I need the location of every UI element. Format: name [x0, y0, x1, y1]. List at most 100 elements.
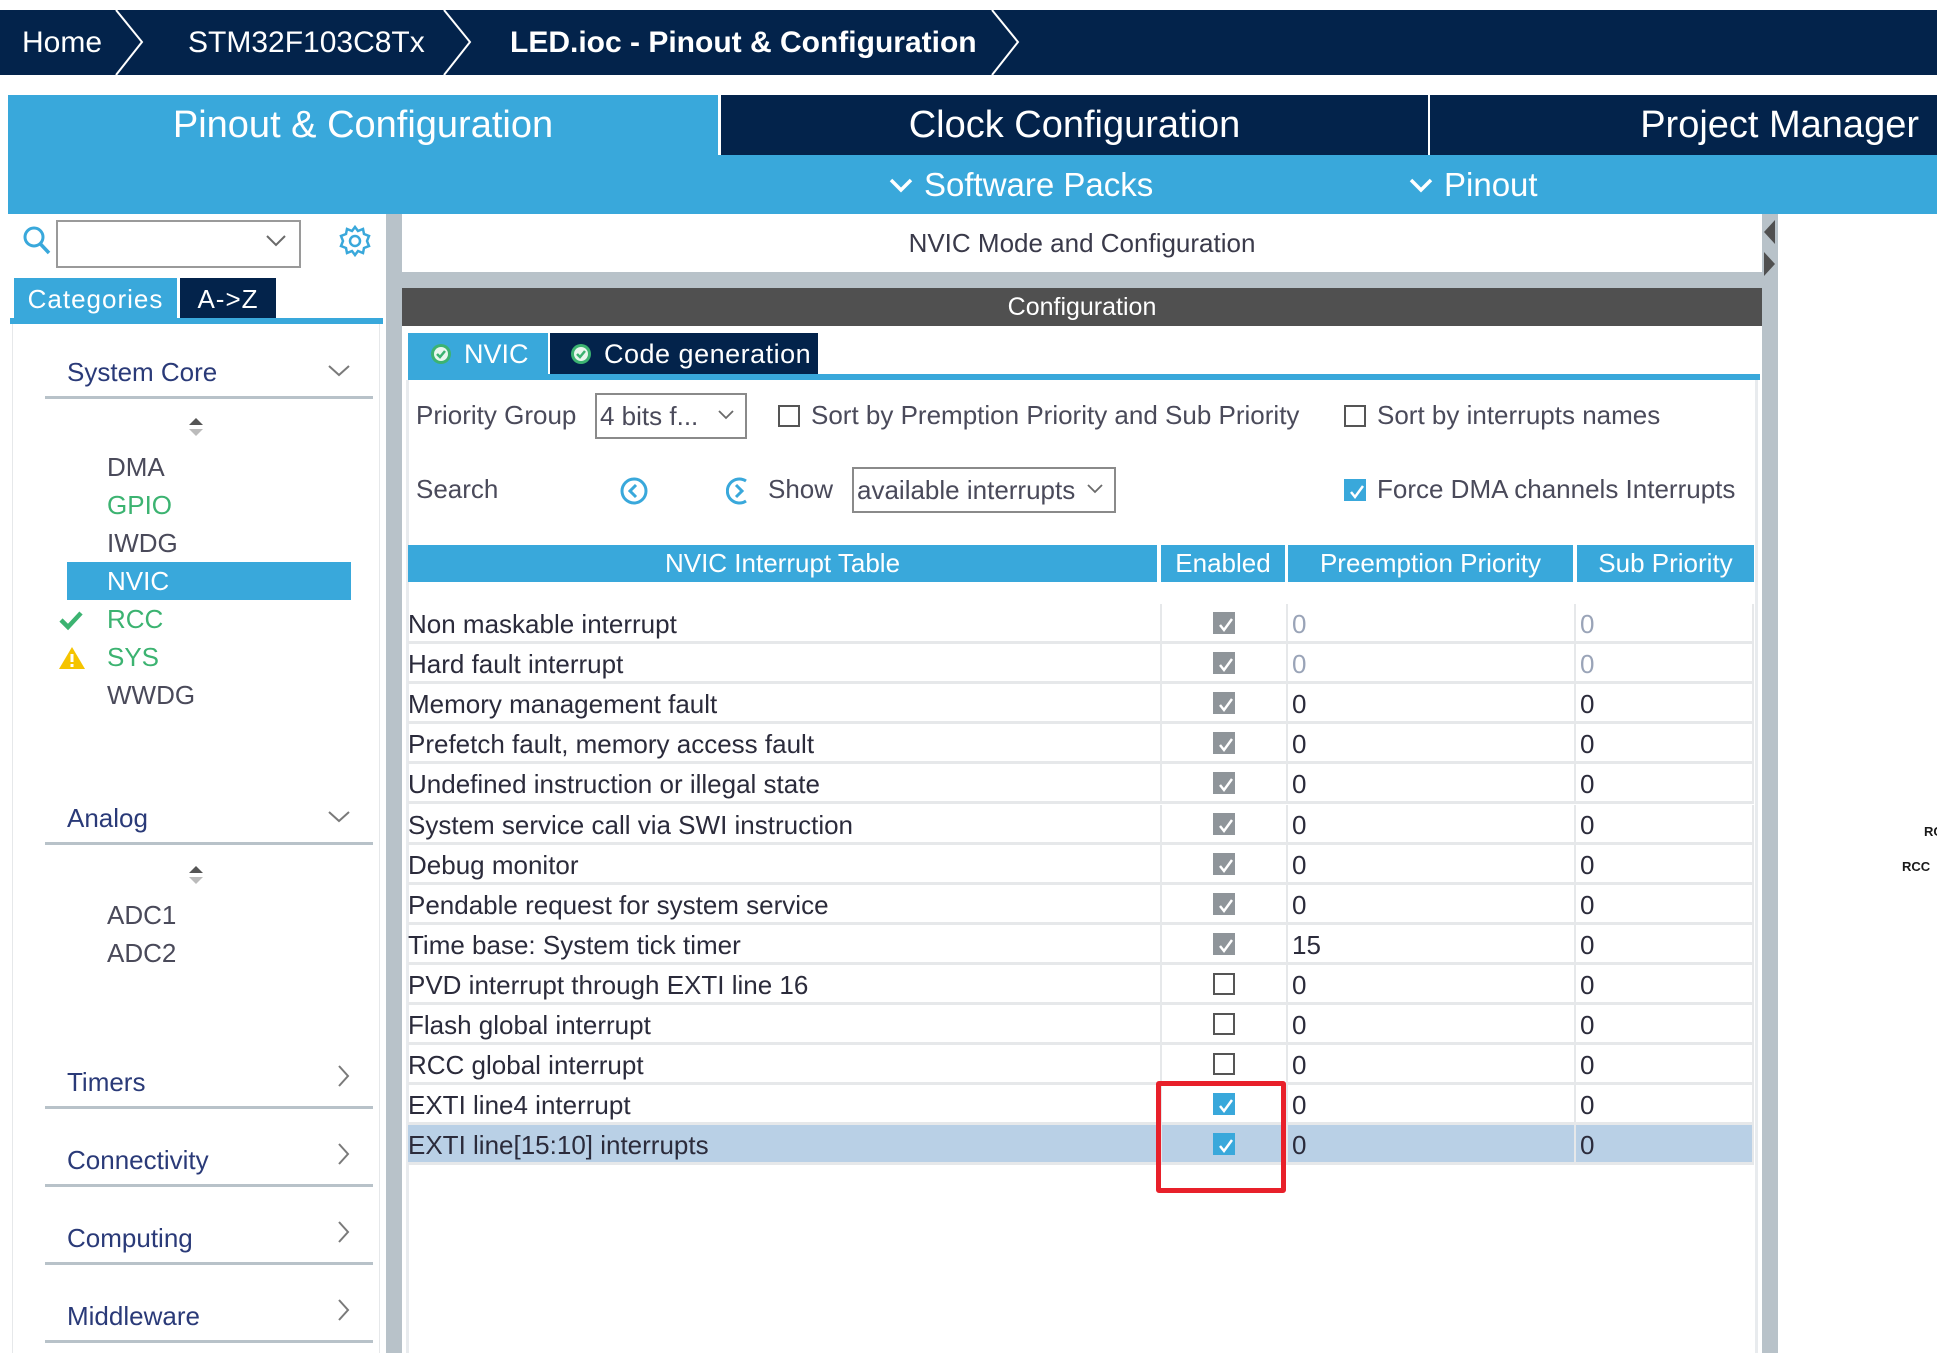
sort-premption-checkbox[interactable]: [778, 405, 800, 427]
sub-priority-cell[interactable]: 0: [1574, 844, 1754, 882]
table-row[interactable]: PVD interrupt through EXTI line 16 0 0: [408, 964, 1754, 1005]
column-header-preemption[interactable]: Preemption Priority: [1288, 545, 1573, 582]
panel-splitter-right[interactable]: [1762, 214, 1778, 1353]
table-row[interactable]: Hard fault interrupt 0 0: [408, 644, 1754, 685]
force-dma-checkbox[interactable]: [1344, 479, 1366, 501]
sub-priority-cell[interactable]: 0: [1574, 1125, 1754, 1163]
table-row[interactable]: Time base: System tick timer 15 0: [408, 924, 1754, 965]
sort-names-label: Sort by interrupts names: [1377, 400, 1661, 430]
sub-priority-cell[interactable]: 0: [1574, 724, 1754, 762]
sub-priority-cell[interactable]: 0: [1574, 764, 1754, 802]
sub-priority-cell[interactable]: 0: [1574, 884, 1754, 922]
preemption-priority-cell[interactable]: 0: [1286, 644, 1574, 682]
enabled-checkbox[interactable]: [1213, 972, 1235, 995]
search-previous-icon[interactable]: [619, 476, 649, 506]
show-select[interactable]: available interrupts: [852, 467, 1116, 513]
category-item-gpio[interactable]: GPIO: [107, 486, 172, 524]
sub-priority-cell[interactable]: 0: [1574, 804, 1754, 842]
preemption-priority-cell[interactable]: 0: [1286, 1125, 1574, 1163]
enabled-checkbox[interactable]: [1213, 1013, 1235, 1035]
preemption-priority-cell[interactable]: 0: [1286, 804, 1574, 842]
preemption-priority-cell[interactable]: 0: [1286, 764, 1574, 802]
tab-project-manager[interactable]: Project Manager: [1430, 95, 1937, 155]
table-row[interactable]: Undefined instruction or illegal state 0 0: [408, 764, 1754, 805]
preemption-priority-cell[interactable]: 0: [1286, 1045, 1574, 1083]
category-analog[interactable]: Analog: [45, 770, 373, 845]
table-row[interactable]: Prefetch fault, memory access fault 0 0: [408, 724, 1754, 765]
preemption-priority-cell[interactable]: 0: [1286, 684, 1574, 722]
category-item-dma[interactable]: DMA: [107, 448, 165, 486]
sub-priority-cell[interactable]: 0: [1574, 1005, 1754, 1042]
table-row[interactable]: Flash global interrupt 0 0: [408, 1005, 1754, 1045]
category-connectivity[interactable]: Connectivity: [45, 1112, 373, 1187]
sub-priority-cell[interactable]: 0: [1574, 964, 1754, 1002]
category-computing[interactable]: Computing: [45, 1190, 373, 1265]
enabled-cell: [1160, 684, 1284, 722]
software-packs-menu[interactable]: Software Packs: [888, 155, 1153, 214]
chevron-down-icon: [1409, 179, 1433, 193]
preemption-priority-cell[interactable]: 15: [1286, 924, 1574, 962]
panel-splitter-left[interactable]: [386, 214, 402, 1353]
table-row[interactable]: Pendable request for system service 0 0: [408, 884, 1754, 925]
category-middleware[interactable]: Middleware: [45, 1268, 373, 1343]
category-item-adc1[interactable]: ADC1: [107, 896, 176, 934]
preemption-priority-cell[interactable]: 0: [1286, 1085, 1574, 1123]
breadcrumb-home[interactable]: Home: [22, 10, 102, 75]
enabled-checkbox[interactable]: [1213, 1053, 1235, 1076]
priority-group-select[interactable]: 4 bits f...: [595, 393, 747, 439]
breadcrumb-current[interactable]: LED.ioc - Pinout & Configuration: [510, 10, 977, 75]
table-row[interactable]: Non maskable interrupt 0 0: [408, 604, 1754, 644]
category-item-rcc[interactable]: RCC: [107, 600, 163, 638]
sub-priority-cell[interactable]: 0: [1574, 1085, 1754, 1123]
column-header-interrupt[interactable]: NVIC Interrupt Table: [408, 545, 1157, 582]
tab-nvic[interactable]: NVIC: [408, 333, 548, 375]
table-row[interactable]: EXTI line4 interrupt 0 0: [408, 1085, 1754, 1126]
sort-icon[interactable]: [187, 864, 205, 886]
table-row[interactable]: Memory management fault 0 0: [408, 684, 1754, 725]
pinout-menu[interactable]: Pinout: [1408, 155, 1538, 214]
tab-pinout-configuration[interactable]: Pinout & Configuration: [8, 95, 718, 155]
preemption-priority-cell[interactable]: 0: [1286, 724, 1574, 762]
sub-priority-cell[interactable]: 0: [1574, 684, 1754, 722]
table-row[interactable]: RCC global interrupt 0 0: [408, 1045, 1754, 1086]
table-row[interactable]: Debug monitor 0 0: [408, 844, 1754, 885]
table-row[interactable]: EXTI line[15:10] interrupts 0 0: [408, 1125, 1754, 1166]
breadcrumb-device[interactable]: STM32F103C8Tx: [188, 10, 425, 75]
preemption-priority-cell[interactable]: 0: [1286, 1005, 1574, 1042]
column-header-sub-priority[interactable]: Sub Priority: [1577, 545, 1754, 582]
search-combobox[interactable]: [56, 220, 301, 268]
sub-priority-cell[interactable]: 0: [1574, 644, 1754, 682]
preemption-priority-cell[interactable]: 0: [1286, 844, 1574, 882]
search-next-icon[interactable]: [726, 476, 750, 506]
chevron-right-icon: [338, 1143, 350, 1165]
tab-clock-configuration[interactable]: Clock Configuration: [721, 95, 1428, 155]
category-timers[interactable]: Timers: [45, 1034, 373, 1109]
sub-priority-cell[interactable]: 0: [1574, 1045, 1754, 1083]
category-item-wwdg[interactable]: WWDG: [107, 676, 195, 714]
preemption-priority-cell[interactable]: 0: [1286, 884, 1574, 922]
category-item-sys[interactable]: SYS: [107, 638, 159, 676]
collapse-left-icon[interactable]: [1762, 218, 1776, 246]
category-item-nvic[interactable]: NVIC: [67, 562, 351, 600]
pinout-view[interactable]: RC RCC: [1778, 214, 1937, 1353]
category-system-core[interactable]: System Core: [45, 324, 373, 399]
tab-code-generation[interactable]: Code generation: [550, 333, 818, 375]
category-item-iwdg[interactable]: IWDG: [107, 524, 178, 562]
category-item-adc2[interactable]: ADC2: [107, 934, 176, 972]
splitter[interactable]: [402, 272, 1762, 288]
mode-title: NVIC Mode and Configuration: [908, 228, 1256, 258]
search-icon[interactable]: [22, 225, 52, 257]
sub-priority-cell[interactable]: 0: [1574, 924, 1754, 962]
expand-right-icon[interactable]: [1762, 250, 1776, 278]
gear-icon[interactable]: [338, 224, 372, 258]
chevron-down-icon[interactable]: [265, 234, 287, 248]
sort-names-checkbox[interactable]: [1344, 405, 1366, 427]
table-row[interactable]: System service call via SWI instruction 0…: [408, 804, 1754, 845]
preemption-priority-cell[interactable]: 0: [1286, 604, 1574, 641]
preemption-priority-cell[interactable]: 0: [1286, 964, 1574, 1002]
tab-categories[interactable]: Categories: [14, 278, 177, 320]
column-header-enabled[interactable]: Enabled: [1161, 545, 1285, 582]
tab-a-to-z[interactable]: A->Z: [180, 278, 276, 320]
sub-priority-cell[interactable]: 0: [1574, 604, 1754, 641]
sort-icon[interactable]: [187, 416, 205, 438]
